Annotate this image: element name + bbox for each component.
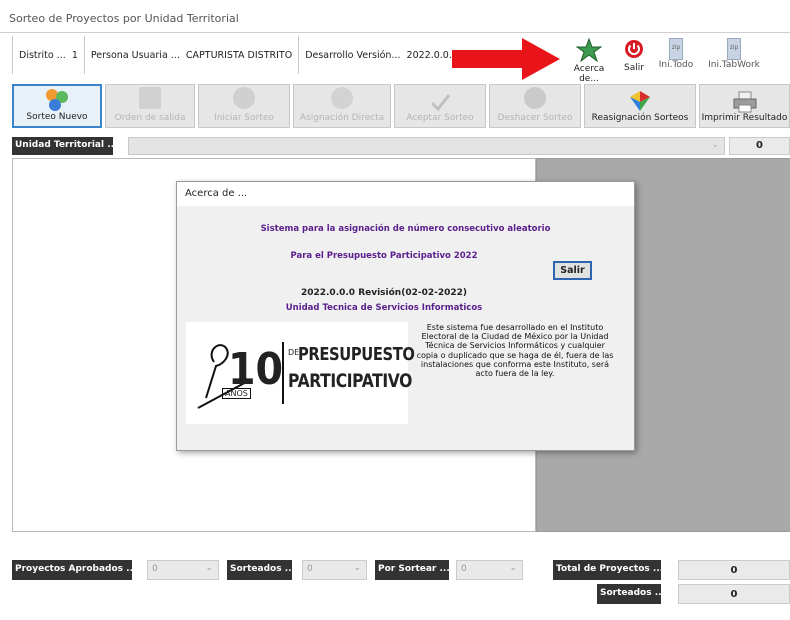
logo-word1: PRESUPUESTO: [298, 344, 415, 365]
logo-number: 10: [228, 344, 284, 395]
version-value: 2022.0.0.0: [406, 49, 458, 61]
presupuesto-logo: 10 AÑOS DE PRESUPUESTO PARTICIPATIVO: [186, 322, 415, 424]
undo-icon: [524, 87, 546, 109]
dialog-description: Este sistema fue desarrollado en el Inst…: [416, 323, 614, 378]
por-sortear-value: 0: [461, 564, 467, 574]
chevron-down-icon: ⌄: [509, 563, 517, 573]
chevron-down-icon: ⌄: [353, 563, 361, 573]
dialog-line1: Sistema para la asignación de número con…: [260, 224, 551, 234]
total-proyectos-value: 0: [678, 560, 790, 580]
logo-years: AÑOS: [222, 388, 251, 399]
deshacer-sorteo-label: Deshacer Sorteo: [497, 113, 573, 123]
star-icon: [575, 37, 603, 63]
logo-divider: [282, 342, 284, 404]
orden-salida-label: Orden de salida: [114, 113, 186, 123]
deshacer-sorteo-button[interactable]: Deshacer Sorteo: [489, 84, 581, 128]
version-label: Desarrollo Versión...: [305, 49, 401, 61]
por-sortear-select[interactable]: 0 ⌄: [456, 560, 523, 580]
aceptar-sorteo-button[interactable]: Aceptar Sorteo: [394, 84, 486, 128]
total-proyectos-label: Total de Proyectos ...: [553, 560, 663, 580]
window-title: Sorteo de Proyectos por Unidad Territori…: [9, 12, 239, 25]
globe-icon: [630, 91, 650, 111]
orden-salida-button[interactable]: Orden de salida: [105, 84, 195, 128]
imprimir-resultado-button[interactable]: Imprimir Resultado: [699, 84, 790, 128]
chevron-down-icon: ⌄: [711, 140, 719, 150]
salir-button[interactable]: Salir: [620, 38, 648, 74]
persona-value: CAPTURISTA DISTRITO: [185, 49, 293, 61]
ini-tabwork-button[interactable]: zip Ini.TabWork: [703, 38, 765, 74]
asignacion-directa-button[interactable]: Asignación Directa: [293, 84, 391, 128]
sorteados-total-label: Sorteados ...: [597, 584, 665, 604]
ini-todo-button[interactable]: zip Ini.Todo: [654, 38, 698, 74]
aprobados-label: Proyectos Aprobados ...: [12, 560, 136, 580]
sorteados-select[interactable]: 0 ⌄: [302, 560, 367, 580]
zip-icon: zip: [669, 38, 683, 60]
sorteados-total-value: 0: [678, 584, 790, 604]
por-sortear-label: Por Sortear ...: [375, 560, 450, 580]
check-icon: [430, 94, 451, 112]
persona-info: Persona Usuaria ... CAPTURISTA DISTRITO: [85, 36, 300, 74]
persona-label: Persona Usuaria ...: [90, 49, 180, 61]
logo-word2: PARTICIPATIVO: [288, 370, 412, 392]
ini-todo-label: Ini.Todo: [658, 60, 694, 70]
arrow-icon: [452, 38, 560, 80]
ini-tabwork-label: Ini.TabWork: [708, 60, 760, 70]
printer-icon: [733, 91, 756, 113]
zip-icon: zip: [727, 38, 741, 60]
dialog-version: 2022.0.0.0 Revisión(02-02-2022): [300, 288, 468, 298]
power-icon: [625, 40, 643, 58]
reasignacion-label: Reasignación Sorteos: [591, 113, 689, 123]
sorteo-nuevo-button[interactable]: Sorteo Nuevo: [12, 84, 102, 128]
sorteados-label: Sorteados ...: [227, 560, 295, 580]
network-icon: [331, 87, 353, 109]
chevron-down-icon: ⌄: [205, 563, 213, 573]
dialog-title: Acerca de ...: [177, 182, 634, 206]
aceptar-sorteo-label: Aceptar Sorteo: [406, 113, 474, 123]
list-icon: [139, 87, 161, 109]
sorteo-nuevo-label: Sorteo Nuevo: [26, 112, 88, 122]
circles-icon: [46, 89, 68, 111]
reasignacion-sorteos-button[interactable]: Reasignación Sorteos: [584, 84, 696, 128]
acerca-de-button[interactable]: Acerca de...: [563, 37, 615, 84]
sorteados-value: 0: [307, 564, 313, 574]
disc-icon: [233, 87, 255, 109]
salir-label: Salir: [624, 63, 644, 73]
unidad-territorial-label: Unidad Territorial ...: [12, 137, 117, 155]
asignacion-directa-label: Asignación Directa: [299, 113, 385, 123]
version-info: Desarrollo Versión... 2022.0.0.0: [299, 36, 464, 74]
iniciar-sorteo-label: Iniciar Sorteo: [214, 113, 274, 123]
unidad-territorial-select[interactable]: ⌄: [128, 137, 725, 155]
title-divider: [0, 32, 790, 33]
aprobados-select[interactable]: 0 ⌄: [147, 560, 219, 580]
distrito-info: Distrito ... 1: [13, 36, 85, 74]
acerca-de-label: Acerca de...: [573, 64, 605, 84]
imprimir-label: Imprimir Resultado: [701, 113, 788, 123]
dialog-salir-button[interactable]: Salir: [553, 261, 592, 280]
unidad-count: 0: [729, 137, 790, 155]
dialog-line2: Para el Presupuesto Participativo 2022: [290, 251, 478, 261]
aprobados-value: 0: [152, 564, 158, 574]
distrito-label: Distrito ...: [19, 49, 66, 61]
iniciar-sorteo-button[interactable]: Iniciar Sorteo: [198, 84, 290, 128]
dialog-unit: Unidad Tecnica de Servicios Informaticos: [285, 303, 483, 313]
distrito-value: 1: [71, 49, 78, 61]
